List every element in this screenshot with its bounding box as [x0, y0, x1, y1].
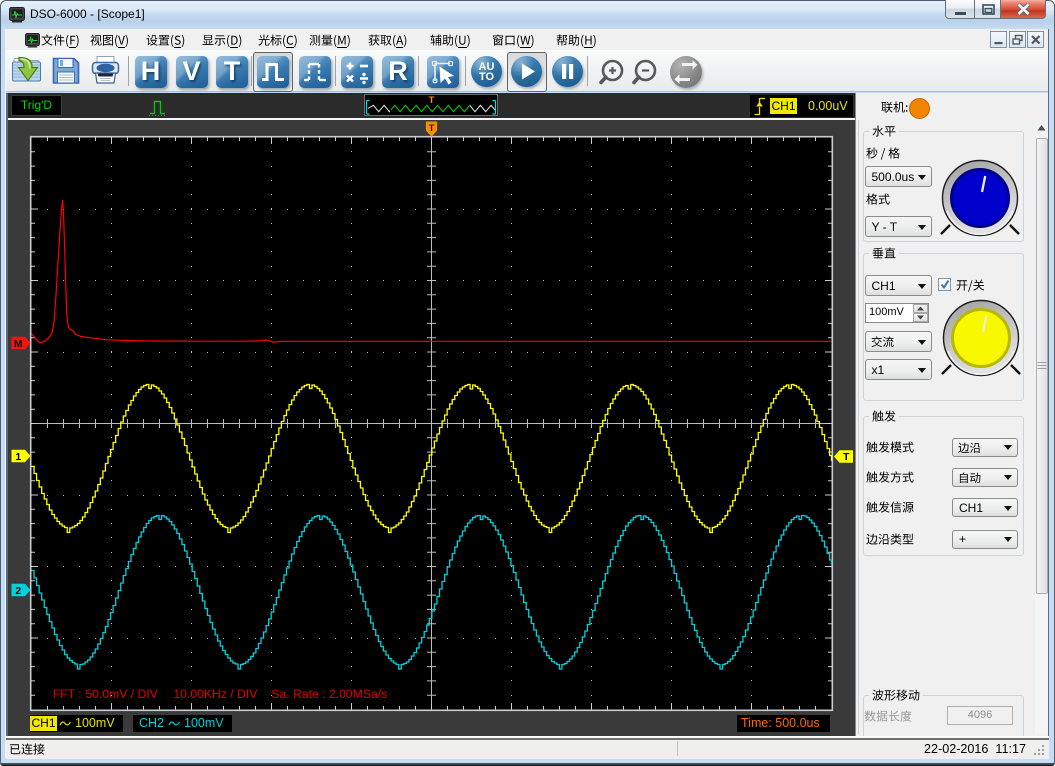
- svg-text:2: 2: [15, 585, 21, 597]
- svg-text:1: 1: [15, 451, 21, 463]
- svg-text:T: T: [429, 123, 435, 134]
- svg-text:Sa. Rate : 2.00MSa/s: Sa. Rate : 2.00MSa/s: [271, 687, 387, 701]
- svg-text:10.00KHz / DIV: 10.00KHz / DIV: [173, 687, 258, 701]
- svg-text:50.0mV / DIV: 50.0mV / DIV: [85, 687, 158, 701]
- svg-text:T: T: [843, 451, 850, 463]
- svg-text:FFT :: FFT :: [53, 687, 82, 701]
- svg-text:M: M: [14, 338, 23, 350]
